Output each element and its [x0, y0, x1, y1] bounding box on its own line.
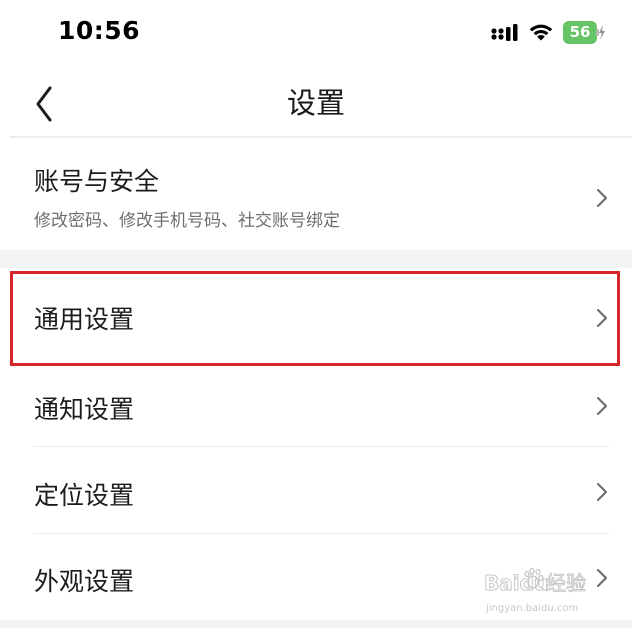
charging-bolt-icon: [596, 25, 605, 40]
settings-item-general[interactable]: 通用设置: [10, 272, 632, 360]
settings-item-account-security[interactable]: 账号与安全 修改密码、修改手机号码、社交账号绑定: [10, 138, 632, 250]
watermark-url: jingyan.baidu.com: [485, 603, 578, 614]
baidu-jingyan-watermark: Baidu 经验 jingyan.baidu.com: [482, 560, 602, 618]
section-separator: [0, 250, 632, 268]
status-bar: 10:56 56: [0, 0, 632, 66]
bottom-separator: [0, 620, 632, 628]
settings-item-title: 通用设置: [34, 305, 135, 334]
signal-icon: [491, 24, 518, 41]
battery-level: 56: [569, 23, 591, 41]
settings-item-subtitle: 修改密码、修改手机号码、社交账号绑定: [34, 211, 340, 231]
nav-bar: 设置: [0, 66, 632, 138]
watermark-logo: Baidu 经验 jingyan.baidu.com: [484, 567, 587, 614]
settings-item-location[interactable]: 定位设置: [10, 447, 632, 533]
chevron-right-icon: [597, 309, 607, 327]
settings-item-title: 外观设置: [34, 567, 135, 596]
settings-item-title: 定位设置: [34, 481, 135, 510]
settings-screen: 10:56 56 设置 账号与安全 修改密码、修改手机号码、社交账号绑定 通用设…: [0, 0, 632, 628]
settings-item-title: 账号与安全: [34, 167, 160, 196]
settings-item-notification[interactable]: 通知设置: [10, 362, 632, 446]
chevron-right-icon: [597, 397, 607, 415]
chevron-right-icon: [597, 483, 607, 501]
page-title: 设置: [286, 86, 345, 120]
chevron-right-icon: [597, 189, 607, 207]
watermark-cn: 经验: [546, 571, 586, 595]
battery-icon: 56: [563, 21, 605, 44]
settings-item-title: 通知设置: [34, 395, 135, 424]
wifi-icon: [529, 24, 553, 41]
status-time: 10:56: [58, 16, 141, 45]
